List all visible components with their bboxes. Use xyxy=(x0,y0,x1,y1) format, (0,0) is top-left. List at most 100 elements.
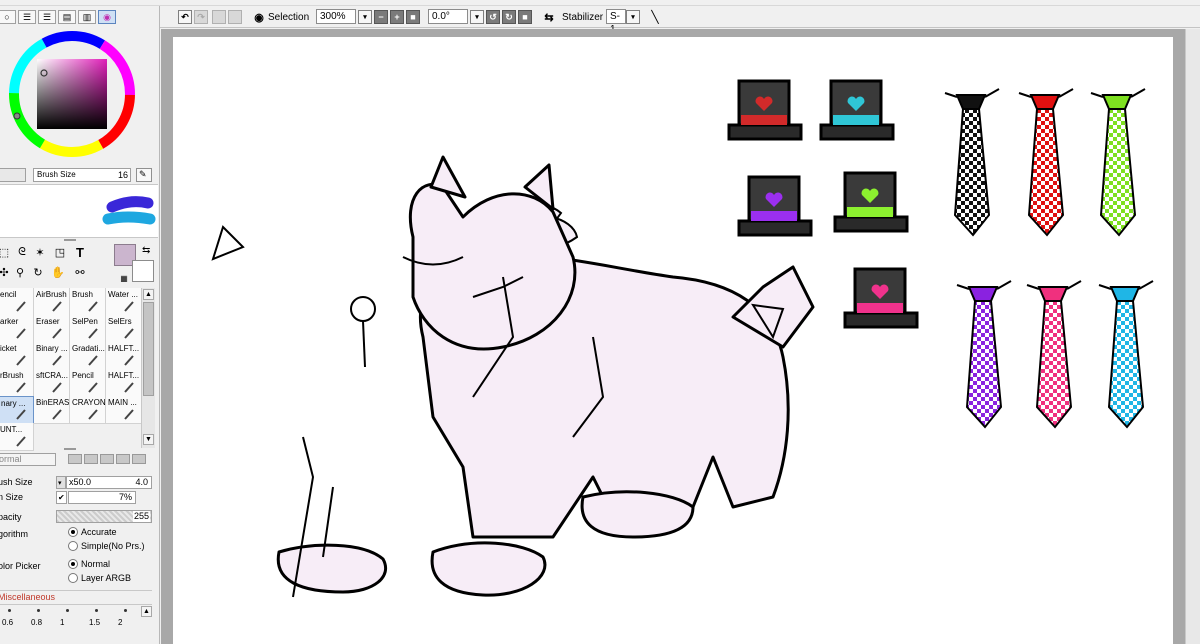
brush-cell[interactable]: icket xyxy=(0,342,34,370)
magic-wand-tool[interactable]: ✶ xyxy=(32,244,48,260)
brush-cell[interactable]: Eraser xyxy=(34,315,70,343)
brush-tip-icon xyxy=(87,327,99,339)
rotate-right-button[interactable]: ↻ xyxy=(502,10,516,24)
rgb-slider-tab[interactable]: ☰ xyxy=(18,10,36,24)
misc-scroll-up-icon[interactable]: ▲ xyxy=(141,606,152,617)
color-wheel-tab[interactable]: ○ xyxy=(0,10,16,24)
shape-button-5[interactable] xyxy=(132,454,146,464)
secondary-color-swatch[interactable] xyxy=(132,260,154,282)
brush-cell-label: Binary ... xyxy=(36,344,68,353)
brush-cell[interactable]: UNT... xyxy=(0,423,34,451)
color-picker-tab[interactable]: ◉ xyxy=(98,10,116,24)
scroll-down-arrow-icon[interactable]: ▼ xyxy=(143,434,154,445)
brush-cell[interactable]: Water ... xyxy=(106,288,142,316)
canvas-scrollbar[interactable] xyxy=(1185,29,1200,644)
brush-cell[interactable]: MAIN ... xyxy=(106,396,142,424)
straight-line-button[interactable]: ╲ xyxy=(648,10,662,24)
swap-colors-icon[interactable]: ⇆ xyxy=(142,245,150,256)
flip-button[interactable]: ⇆ xyxy=(542,10,556,24)
redo-button[interactable]: ↷ xyxy=(194,10,208,24)
zoom-reset-button[interactable]: ■ xyxy=(406,10,420,24)
arrows-icon: ✣ xyxy=(0,266,9,279)
swatch-tab[interactable]: ▤ xyxy=(58,10,76,24)
chevron-down-icon: ▾ xyxy=(363,14,367,21)
color-picker-normal-radio[interactable]: Normal xyxy=(68,559,110,569)
min-size-slider[interactable]: 7% xyxy=(68,491,136,504)
density-tick-dot[interactable] xyxy=(37,609,40,612)
brush-cell[interactable]: SelErs xyxy=(106,315,142,343)
text-tool[interactable]: T xyxy=(72,244,88,260)
brush-cell[interactable]: rBrush xyxy=(0,369,34,397)
eyedropper-tool[interactable]: ⚯ xyxy=(72,264,88,280)
algorithm-accurate-radio[interactable]: Accurate xyxy=(68,527,117,537)
scratchpad-tab[interactable]: ▥ xyxy=(78,10,96,24)
shape-button-3[interactable] xyxy=(100,454,114,464)
color-picker-layer-radio[interactable]: Layer ARGB xyxy=(68,573,131,583)
hand-tool[interactable]: ✋ xyxy=(50,264,66,280)
lasso-tool[interactable]: ᘓ xyxy=(14,244,30,260)
transparent-color-button[interactable]: ▦ xyxy=(116,270,132,286)
invert-selection-button[interactable] xyxy=(228,10,242,24)
brush-cell[interactable]: Gradati... xyxy=(70,342,106,370)
brush-size-toggle[interactable] xyxy=(0,168,26,182)
brush-cell[interactable]: Binary ... xyxy=(34,342,70,370)
brush-cell[interactable]: sftCRA... xyxy=(34,369,70,397)
opacity-slider[interactable]: 255 xyxy=(56,510,152,523)
hsv-slider-tab[interactable]: ☰ xyxy=(38,10,56,24)
brush-cell[interactable]: nary ... xyxy=(0,396,34,424)
blend-mode-select[interactable]: ormal xyxy=(0,453,56,466)
shape-button-2[interactable] xyxy=(84,454,98,464)
shape-button-4[interactable] xyxy=(116,454,130,464)
zoom-in-button[interactable]: + xyxy=(390,10,404,24)
zoom-dropdown-button[interactable]: ▾ xyxy=(358,10,372,24)
rotate-tool[interactable]: ↻ xyxy=(30,264,46,280)
brush-cell[interactable]: AirBrush xyxy=(34,288,70,316)
rotation-dropdown-button[interactable]: ▾ xyxy=(470,10,484,24)
density-tick-dot[interactable] xyxy=(95,609,98,612)
size-dropdown-button[interactable]: ▾ xyxy=(56,476,66,489)
stabilizer-dropdown-button[interactable]: ▾ xyxy=(626,10,640,24)
brush-cell[interactable]: Pencil xyxy=(70,369,106,397)
brush-cell[interactable]: BinERAS xyxy=(34,396,70,424)
brush-size-field[interactable]: x50.0 4.0 xyxy=(66,476,152,489)
selection-visibility-toggle[interactable]: ◉ xyxy=(252,10,266,24)
brush-grid-scrollbar[interactable]: ▲ ▼ xyxy=(141,288,155,448)
rect-select-tool[interactable]: ⬚ xyxy=(0,244,12,260)
zoom-field[interactable]: 300% xyxy=(316,9,356,24)
brush-tip-icon xyxy=(51,327,63,339)
deselect-button[interactable] xyxy=(212,10,226,24)
props-resize-grip[interactable] xyxy=(64,448,76,450)
brush-cell[interactable]: Brush xyxy=(70,288,106,316)
pan-tool[interactable]: ✣ xyxy=(0,264,12,280)
scroll-up-arrow-icon[interactable]: ▲ xyxy=(143,289,154,300)
brush-size-value: 16 xyxy=(117,170,128,180)
drawing-canvas[interactable] xyxy=(173,37,1173,644)
rotate-left-button[interactable]: ↺ xyxy=(486,10,500,24)
zoom-tool[interactable]: ⚲ xyxy=(12,264,28,280)
density-tick-dot[interactable] xyxy=(8,609,11,612)
rotate-reset-button[interactable]: ■ xyxy=(518,10,532,24)
zoom-out-button[interactable]: − xyxy=(374,10,388,24)
brush-cell[interactable]: arker xyxy=(0,315,34,343)
brush-size-box[interactable]: Brush Size 16 xyxy=(33,168,131,182)
canvas-area xyxy=(161,29,1200,644)
brush-cell[interactable]: SelPen xyxy=(70,315,106,343)
panel-resize-grip[interactable] xyxy=(64,239,76,241)
brush-cell[interactable]: HALFT... xyxy=(106,342,142,370)
density-tick-dot[interactable] xyxy=(124,609,127,612)
rotation-field[interactable]: 0.0° xyxy=(428,9,468,24)
min-size-checkbox[interactable]: ✔ xyxy=(56,491,67,504)
algorithm-simple-radio[interactable]: Simple(No Prs.) xyxy=(68,541,145,551)
brush-cell[interactable]: HALFT... xyxy=(106,369,142,397)
shape-button-1[interactable] xyxy=(68,454,82,464)
brush-cell[interactable]: encil xyxy=(0,288,34,316)
color-wheel[interactable] xyxy=(6,28,138,160)
scroll-thumb[interactable] xyxy=(143,302,154,396)
brush-size-edit-button[interactable]: ✎ xyxy=(136,168,152,182)
stabilizer-field[interactable]: S-1 xyxy=(606,9,626,35)
density-tick-dot[interactable] xyxy=(66,609,69,612)
undo-button[interactable]: ↶ xyxy=(178,10,192,24)
density-tick-label: 2 xyxy=(118,618,123,627)
move-tool[interactable]: ◳ xyxy=(52,244,68,260)
brush-cell[interactable]: CRAYON xyxy=(70,396,106,424)
